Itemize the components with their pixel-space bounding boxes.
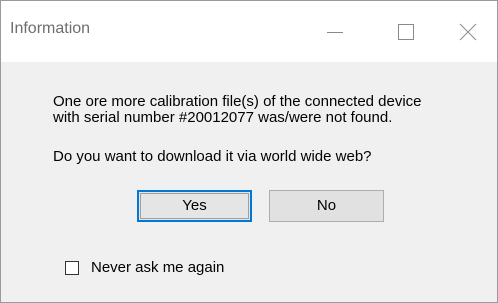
- no-button-label: No: [316, 197, 337, 214]
- message-line-2: with serial number #20012077 was/were no…: [53, 109, 393, 126]
- close-icon: [459, 23, 477, 41]
- title-bar[interactable]: Information: [1, 1, 497, 62]
- maximize-button[interactable]: [374, 1, 434, 62]
- never-ask-checkbox[interactable]: [65, 261, 79, 275]
- no-button[interactable]: No: [269, 190, 384, 222]
- maximize-icon: [398, 24, 414, 40]
- download-question: Do you want to download it via world wid…: [53, 148, 372, 165]
- minimize-icon: [327, 32, 343, 33]
- window-title: Information: [10, 20, 91, 37]
- yes-button-label: Yes: [182, 197, 207, 214]
- yes-button[interactable]: Yes: [137, 190, 252, 222]
- message-line-1: One ore more calibration file(s) of the …: [53, 93, 422, 110]
- information-dialog: Information One ore more calibration fil…: [0, 0, 498, 303]
- close-button[interactable]: [437, 1, 497, 62]
- never-ask-label[interactable]: Never ask me again: [91, 259, 224, 277]
- minimize-button[interactable]: [305, 1, 365, 62]
